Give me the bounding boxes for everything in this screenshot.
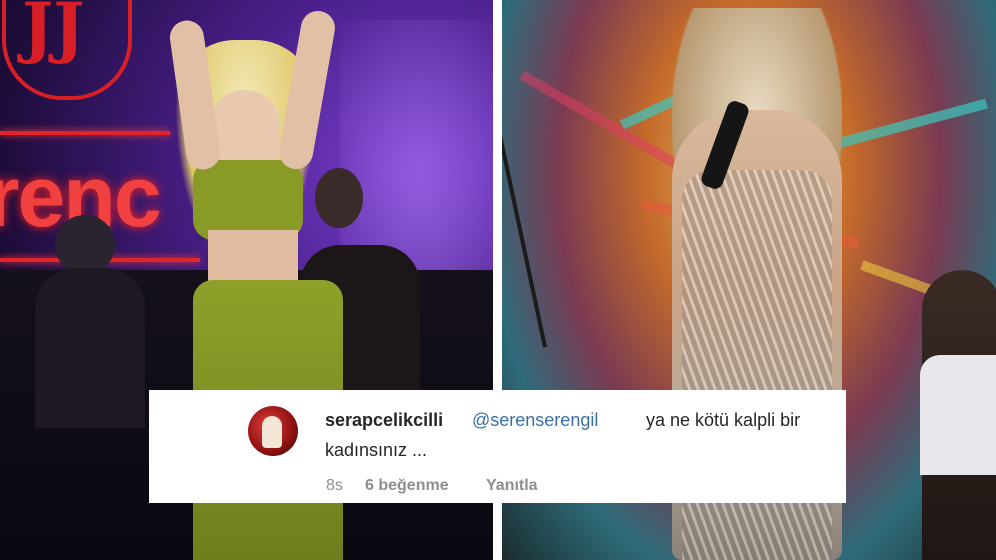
musician-head-right — [315, 168, 363, 228]
comment-likes[interactable]: 6 beğenme — [365, 477, 449, 495]
avatar[interactable] — [248, 406, 298, 456]
venue-logo-text: JJ — [22, 0, 85, 66]
musician-head-left — [55, 215, 115, 275]
singer-left-top — [193, 160, 303, 240]
venue-logo: JJ — [2, 0, 132, 100]
comment-mention[interactable]: @serenserengil — [472, 410, 598, 431]
musician-body-left — [35, 268, 145, 428]
comment-card: serapcelikcilli @serenserengil ya ne köt… — [149, 390, 846, 503]
light-ray — [830, 98, 988, 150]
neon-bar-top — [0, 131, 170, 135]
comment-text-line1: ya ne kötü kalpli bir — [646, 410, 801, 430]
light-ray — [519, 70, 681, 170]
mic-stand — [502, 92, 547, 348]
comment-username[interactable]: serapcelikcilli — [325, 410, 443, 431]
comment-text-line2: kadınsınız ... — [325, 440, 428, 460]
bystander-shirt — [920, 355, 996, 475]
comment-time: 8s — [326, 477, 343, 494]
reply-button[interactable]: Yanıtla — [486, 477, 538, 495]
singer-left-midriff — [208, 230, 298, 285]
